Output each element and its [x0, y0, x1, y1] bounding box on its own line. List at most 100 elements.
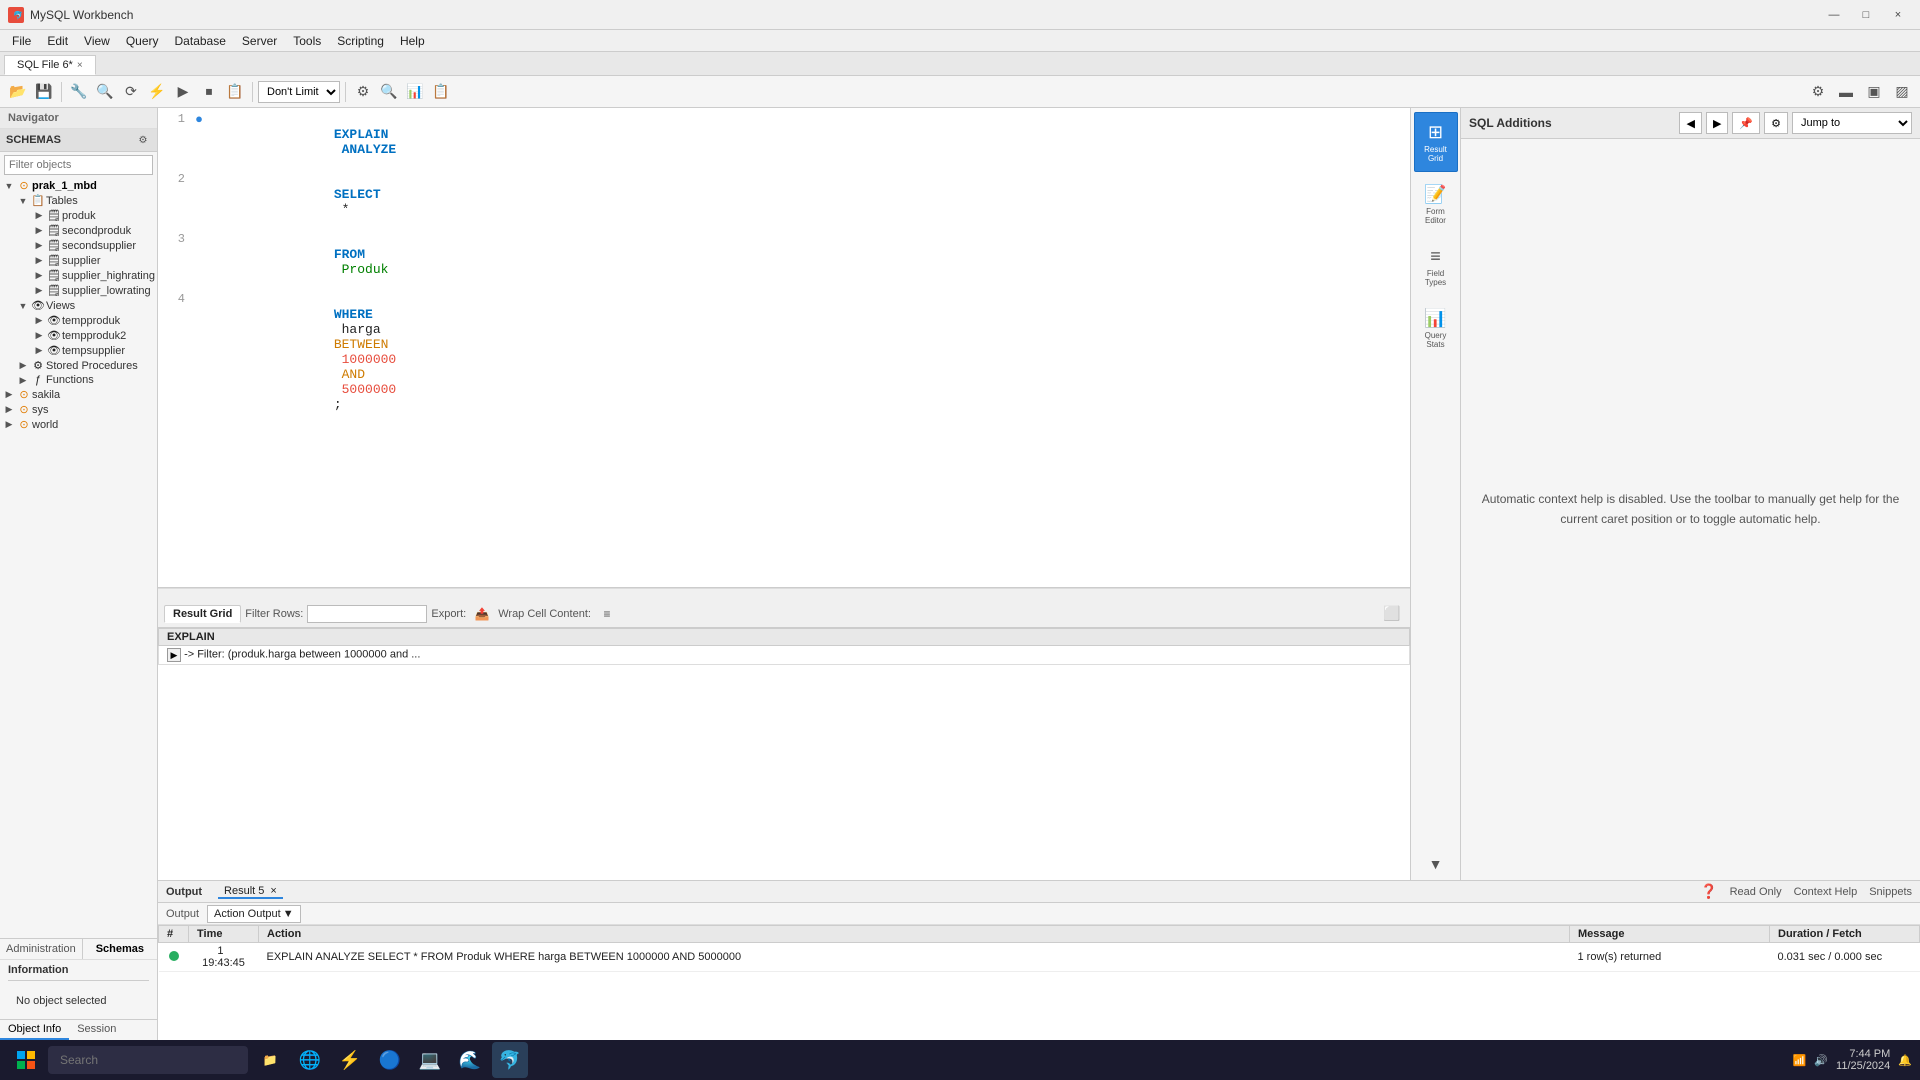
tree-item-secondsupplier[interactable]: ▶ 🗒 secondsupplier	[0, 238, 157, 253]
filter-objects-input[interactable]	[4, 155, 153, 175]
menu-view[interactable]: View	[76, 32, 118, 50]
toolbar-view1[interactable]: ▬	[1834, 80, 1858, 104]
sql-line-2: 2 SELECT *	[158, 172, 1410, 232]
side-btn-field-types[interactable]: ≡ FieldTypes	[1414, 236, 1458, 296]
toolbar-exec-current[interactable]: ▶	[171, 80, 195, 104]
result-grid-tab[interactable]: Result Grid	[164, 605, 241, 623]
schemas-header: SCHEMAS ⚙	[0, 129, 157, 152]
line-num-3: 3	[158, 232, 193, 246]
toolbar-btn2[interactable]: 🔍	[377, 80, 401, 104]
nav-tab-administration[interactable]: Administration	[0, 939, 83, 959]
taskbar-app-2[interactable]: 🔵	[372, 1042, 408, 1078]
taskbar-app-explorer[interactable]: 📁	[252, 1042, 288, 1078]
nav-bottom-tabs: Administration Schemas	[0, 938, 157, 959]
toolbar-explain[interactable]: 📋	[223, 80, 247, 104]
side-btn-form-editor[interactable]: 📝 FormEditor	[1414, 174, 1458, 234]
sql-add-pin-btn[interactable]: 📌	[1732, 112, 1760, 134]
tree-item-secondproduk[interactable]: ▶ 🗒 secondproduk	[0, 223, 157, 238]
toolbar-save[interactable]: 💾	[32, 80, 56, 104]
sql-editor[interactable]: 1 ● EXPLAIN ANALYZE 2 SELECT	[158, 108, 1410, 588]
tree-item-views[interactable]: ▼ 👁 Views	[0, 298, 157, 313]
tree-item-supplier-low[interactable]: ▶ 🗒 supplier_lowrating	[0, 283, 157, 298]
filter-row	[0, 152, 157, 178]
tree-item-supplier-high[interactable]: ▶ 🗒 supplier_highrating	[0, 268, 157, 283]
jump-to-select[interactable]: Jump to	[1792, 112, 1912, 134]
menu-server[interactable]: Server	[234, 32, 285, 50]
minimize-button[interactable]: —	[1820, 5, 1848, 25]
world-schema-icon: ⊙	[16, 418, 32, 431]
taskbar-app-4[interactable]: 🌊	[452, 1042, 488, 1078]
toolbar-settings-icon[interactable]: ⚙	[1806, 80, 1830, 104]
toolbar-open[interactable]: 📂	[6, 80, 30, 104]
toolbar-stop[interactable]: ⏹	[197, 80, 221, 104]
taskbar-search-btn[interactable]	[48, 1042, 248, 1078]
sql-tab-active[interactable]: SQL File 6* ×	[4, 55, 96, 75]
h-scrollbar[interactable]	[158, 588, 1410, 600]
toolbar-btn3[interactable]: 📊	[403, 80, 427, 104]
limit-select[interactable]: Don't Limit 1000 5000	[258, 81, 340, 103]
output-table-container[interactable]: # Time Action Message Duration / Fetch	[158, 925, 1920, 1040]
result-5-close[interactable]: ×	[270, 885, 276, 897]
tree-item-prak1mbd[interactable]: ▼ ⊙ prak_1_mbd	[0, 178, 157, 193]
toolbar-btn1[interactable]: ⚙	[351, 80, 375, 104]
toolbar-refresh[interactable]: ⟳	[119, 80, 143, 104]
maximize-button[interactable]: □	[1852, 5, 1880, 25]
schema-settings-btn[interactable]: ⚙	[135, 132, 151, 148]
tree-item-stored-procs[interactable]: ▶ ⚙ Stored Procedures	[0, 358, 157, 373]
row-expand-btn[interactable]: ▶	[167, 648, 181, 662]
menu-scripting[interactable]: Scripting	[329, 32, 392, 50]
filter-rows-input[interactable]	[307, 605, 427, 623]
tab-session[interactable]: Session	[69, 1020, 124, 1040]
tree-item-world[interactable]: ▶ ⊙ world	[0, 417, 157, 432]
tree-item-produk[interactable]: ▶ 🗒 produk	[0, 208, 157, 223]
taskbar-app-browser[interactable]: 🌐	[292, 1042, 328, 1078]
tree-item-sakila[interactable]: ▶ ⊙ sakila	[0, 387, 157, 402]
menu-help[interactable]: Help	[392, 32, 433, 50]
toolbar-btn4[interactable]: 📋	[429, 80, 453, 104]
line-num-1: 1	[158, 112, 193, 126]
tree-item-functions[interactable]: ▶ ƒ Functions	[0, 373, 157, 387]
taskbar-notification-icon[interactable]: 🔔	[1898, 1054, 1912, 1067]
side-btn-result-grid[interactable]: ⊞ ResultGrid	[1414, 112, 1458, 172]
taskbar-app-mysql[interactable]: 🐬	[492, 1042, 528, 1078]
menu-query[interactable]: Query	[118, 32, 167, 50]
tree-item-tables[interactable]: ▼ 📋 Tables	[0, 193, 157, 208]
sql-add-config-btn[interactable]: ⚙	[1764, 112, 1788, 134]
taskbar-app-1[interactable]: ⚡	[332, 1042, 368, 1078]
side-panel-down-btn[interactable]: ▼	[1424, 852, 1448, 876]
toolbar-inspect[interactable]: 🔍	[93, 80, 117, 104]
sql-add-next-btn[interactable]: ▶	[1706, 112, 1728, 134]
result-grid-content[interactable]: EXPLAIN ▶ -> Filter: (produk.harga betwe…	[158, 628, 1410, 880]
menu-file[interactable]: File	[4, 32, 39, 50]
tree-item-sys[interactable]: ▶ ⊙ sys	[0, 402, 157, 417]
output-table: # Time Action Message Duration / Fetch	[158, 925, 1920, 972]
close-button[interactable]: ×	[1884, 5, 1912, 25]
tree-item-supplier[interactable]: ▶ 🗒 supplier	[0, 253, 157, 268]
tree-item-tempsupplier[interactable]: ▶ 👁 tempsupplier	[0, 343, 157, 358]
side-btn-query-stats[interactable]: 📊 QueryStats	[1414, 298, 1458, 358]
menu-tools[interactable]: Tools	[285, 32, 329, 50]
toolbar-exec[interactable]: ⚡	[145, 80, 169, 104]
taskbar-search-input[interactable]	[48, 1046, 248, 1074]
wrap-btn[interactable]: ≡	[595, 602, 619, 626]
start-button[interactable]	[8, 1042, 44, 1078]
menu-edit[interactable]: Edit	[39, 32, 76, 50]
tab-label: SQL File 6*	[17, 59, 73, 71]
export-btn[interactable]: 📤	[470, 602, 494, 626]
sql-additions-panel: SQL Additions ◀ ▶ 📌 ⚙ Jump to Automatic …	[1460, 108, 1920, 880]
sql-add-prev-btn[interactable]: ◀	[1679, 112, 1701, 134]
toolbar-view3[interactable]: ▨	[1890, 80, 1914, 104]
toolbar-view2[interactable]: ▣	[1862, 80, 1886, 104]
result-fullscreen-btn[interactable]: ⬜	[1380, 602, 1404, 626]
tab-object-info[interactable]: Object Info	[0, 1020, 69, 1040]
action-output-select[interactable]: Action Output ▼	[207, 905, 301, 923]
result-5-tab[interactable]: Result 5 ×	[218, 885, 283, 899]
tree-item-tempproduk[interactable]: ▶ 👁 tempproduk	[0, 313, 157, 328]
toolbar-create-schema[interactable]: 🔧	[67, 80, 91, 104]
taskbar-app-3[interactable]: 💻	[412, 1042, 448, 1078]
tree-item-tempproduk2[interactable]: ▶ 👁 tempproduk2	[0, 328, 157, 343]
taskbar-date-value: 11/25/2024	[1836, 1060, 1890, 1072]
nav-tab-schemas[interactable]: Schemas	[83, 939, 157, 959]
tab-close-icon[interactable]: ×	[77, 60, 83, 71]
menu-database[interactable]: Database	[167, 32, 234, 50]
